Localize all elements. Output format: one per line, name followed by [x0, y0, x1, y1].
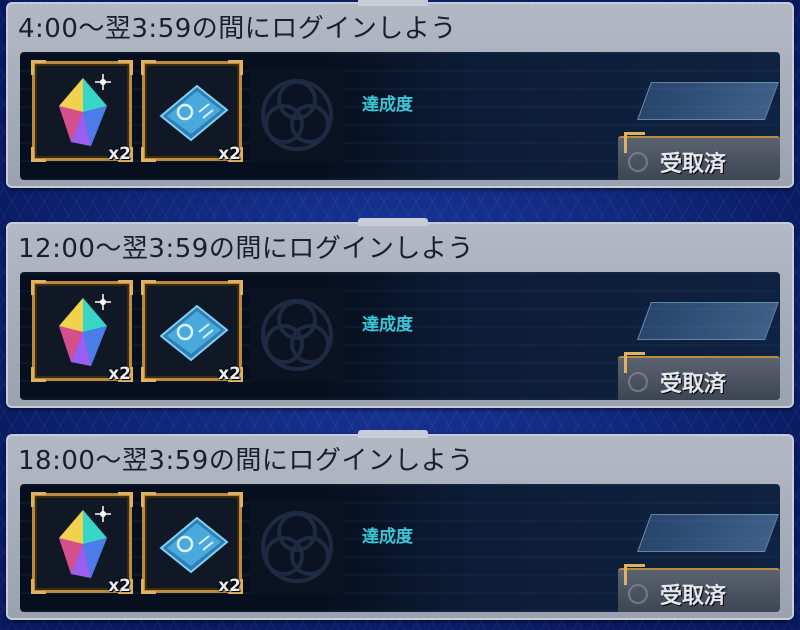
progress-label: 達成度 [362, 527, 413, 547]
claimed-button[interactable]: 受取済 [618, 352, 780, 400]
reward-quantity: x2 [218, 144, 241, 164]
mission-body: x2 x2 達成度 受取済 [20, 484, 780, 612]
mission-body: x2 x2 達成度 受取済 [20, 52, 780, 180]
mission-card: 4:00～翌3:59の間にログインしよう x2 x2 達成度 受取済 [6, 0, 794, 188]
reward-quantity: x2 [108, 364, 131, 384]
reward-quantity: x2 [218, 364, 241, 384]
progress-indicator [637, 82, 779, 120]
emblem-icon [250, 500, 344, 594]
claimed-button-label: 受取済 [660, 372, 727, 397]
emblem-icon [628, 372, 648, 392]
mission-title: 18:00～翌3:59の間にログインしよう [18, 446, 474, 476]
reward-slot[interactable]: x2 [141, 280, 243, 384]
reward-slot[interactable]: x2 [141, 60, 243, 164]
claimed-button-label: 受取済 [660, 152, 727, 177]
ticket-icon [159, 304, 229, 362]
reward-quantity: x2 [108, 144, 131, 164]
progress-label: 達成度 [362, 95, 413, 115]
reward-slot[interactable]: x2 [141, 492, 243, 596]
progress-indicator [637, 302, 779, 340]
emblem-icon [628, 584, 648, 604]
claimed-button-label: 受取済 [660, 584, 727, 609]
mission-body: x2 x2 達成度 受取済 [20, 272, 780, 400]
mission-title: 4:00～翌3:59の間にログインしよう [18, 14, 457, 44]
reward-quantity: x2 [108, 576, 131, 596]
reward-slot[interactable]: x2 [31, 280, 133, 384]
reward-quantity: x2 [218, 576, 241, 596]
mission-card: 12:00～翌3:59の間にログインしよう x2 x2 達成度 受取済 [6, 218, 794, 408]
crystal-icon [59, 74, 111, 146]
reward-slot[interactable]: x2 [31, 60, 133, 164]
emblem-icon [628, 152, 648, 172]
crystal-icon [59, 294, 111, 366]
mission-title: 12:00～翌3:59の間にログインしよう [18, 234, 474, 264]
progress-label: 達成度 [362, 315, 413, 335]
mission-card: 18:00～翌3:59の間にログインしよう x2 x2 達成度 受取済 [6, 430, 794, 620]
emblem-icon [250, 288, 344, 382]
claimed-button[interactable]: 受取済 [618, 132, 780, 180]
emblem-icon [250, 68, 344, 162]
claimed-button[interactable]: 受取済 [618, 564, 780, 612]
crystal-icon [59, 506, 111, 578]
ticket-icon [159, 84, 229, 142]
reward-slot[interactable]: x2 [31, 492, 133, 596]
progress-indicator [637, 514, 779, 552]
ticket-icon [159, 516, 229, 574]
